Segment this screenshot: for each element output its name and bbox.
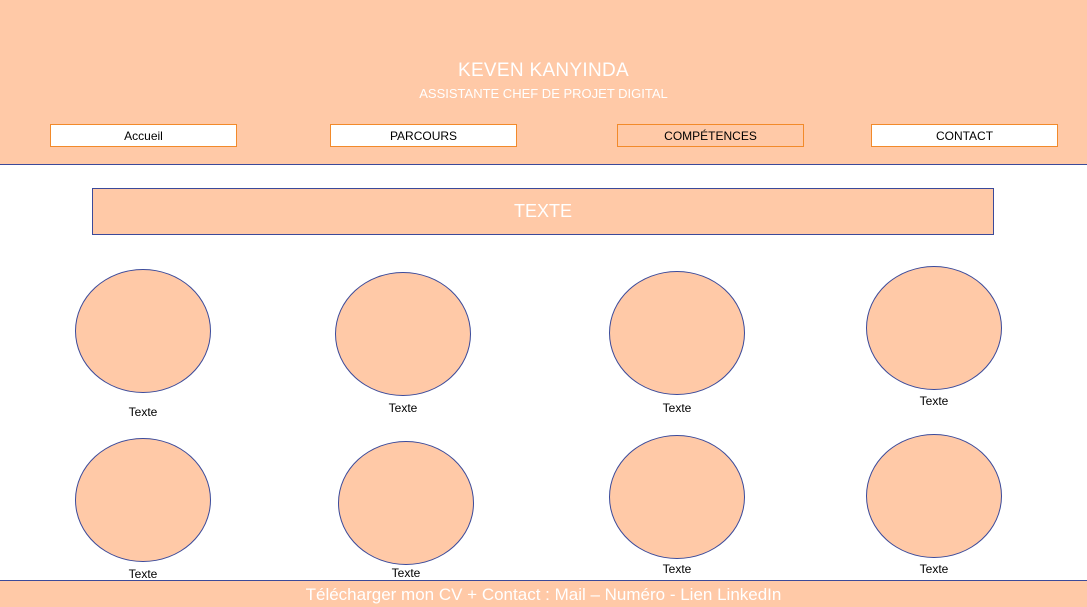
skill-circle-4[interactable]: [866, 266, 1002, 390]
skill-circle-3[interactable]: [609, 271, 745, 395]
footer-cv-contact-link[interactable]: Télécharger mon CV + Contact : Mail – Nu…: [306, 585, 782, 604]
skill-circle-7[interactable]: [609, 435, 745, 559]
site-subtitle: ASSISTANTE CHEF DE PROJET DIGITAL: [419, 86, 668, 101]
nav-competences-button[interactable]: COMPÉTENCES: [617, 124, 804, 147]
nav-parcours-button[interactable]: PARCOURS: [330, 124, 517, 147]
skill-circle-2[interactable]: [335, 272, 471, 396]
site-name: KEVEN KANYINDA: [457, 60, 630, 81]
page: KEVEN KANYINDA ASSISTANTE CHEF DE PROJET…: [0, 0, 1087, 607]
skill-circle-5[interactable]: [75, 438, 211, 562]
skill-label-2: Texte: [388, 401, 418, 415]
skill-label-5: Texte: [128, 567, 158, 581]
site-footer: Télécharger mon CV + Contact : Mail – Nu…: [0, 580, 1087, 607]
nav-contact-button[interactable]: CONTACT: [871, 124, 1058, 147]
skill-circle-8[interactable]: [866, 434, 1002, 558]
skill-circle-1[interactable]: [75, 269, 211, 393]
skill-label-7: Texte: [662, 562, 692, 576]
skill-circle-6[interactable]: [338, 441, 474, 565]
site-header: KEVEN KANYINDA ASSISTANTE CHEF DE PROJET…: [0, 0, 1087, 165]
skill-label-4: Texte: [919, 394, 949, 408]
skill-label-1: Texte: [128, 405, 158, 419]
skill-label-8: Texte: [919, 562, 949, 576]
section-banner: TEXTE: [92, 188, 994, 235]
skill-label-3: Texte: [662, 401, 692, 415]
skill-label-6: Texte: [391, 566, 421, 580]
nav-accueil-button[interactable]: Accueil: [50, 124, 237, 147]
